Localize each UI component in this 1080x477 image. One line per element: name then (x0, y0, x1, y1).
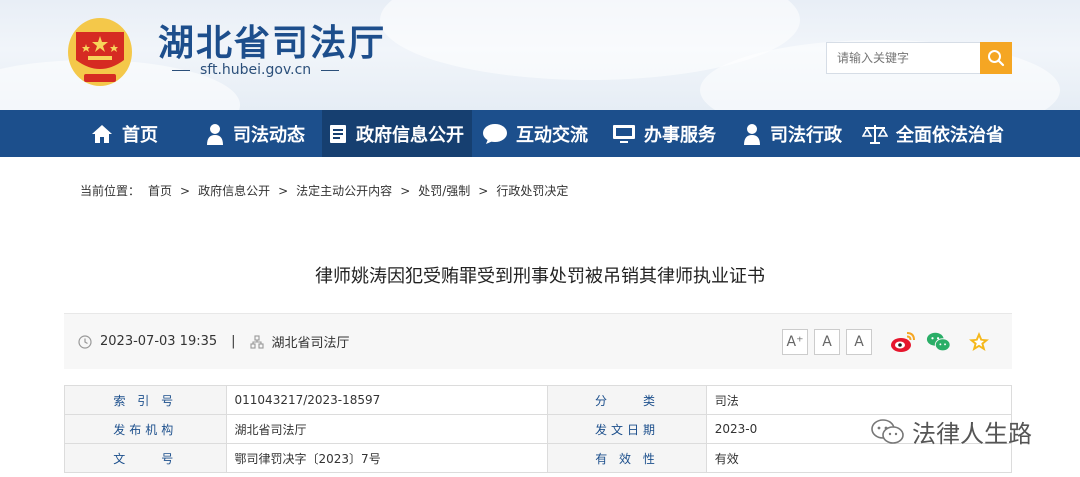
home-icon (92, 124, 112, 143)
nav-item-home[interactable]: 首页 (90, 110, 180, 157)
nav-item-judicial-admin[interactable]: 司法行政 (742, 110, 857, 157)
search-icon (988, 50, 1005, 67)
clock-icon (78, 334, 92, 349)
breadcrumb-separator: > (180, 183, 191, 198)
table-label: 索 引 号 (64, 385, 227, 415)
watermark-text: 法律人生路 (912, 420, 1032, 448)
domain-text: sft.hubei.gov.cn (200, 62, 312, 78)
breadcrumb-item[interactable]: 政府信息公开 (198, 182, 270, 199)
table-label: 分 类 (547, 385, 707, 415)
chat-icon (483, 123, 507, 144)
font-size-large-button[interactable]: A⁺ (782, 329, 808, 355)
watermark: 法律人生路 (870, 414, 1032, 449)
weibo-icon[interactable] (890, 330, 916, 354)
nav-label: 办事服务 (644, 124, 716, 146)
nav-item-rule-of-law[interactable]: 全面依法治省 (862, 110, 1012, 157)
table-label: 有 效 性 (547, 443, 707, 473)
monitor-icon (613, 124, 635, 143)
breadcrumb-separator: > (478, 183, 489, 198)
scales-icon (862, 124, 888, 144)
breadcrumb-separator: > (400, 183, 411, 198)
document-icon (330, 124, 346, 143)
breadcrumb-item[interactable]: 法定主动公开内容 (296, 182, 392, 199)
table-value: 011043217/2023-18597 (225, 385, 549, 415)
table-label: 发布机构 (64, 414, 227, 444)
nav-item-judicial-news[interactable]: 司法动态 (205, 110, 320, 157)
table-row: 索 引 号 011043217/2023-18597 分 类 司法 (64, 385, 1013, 415)
site-header: 湖北省司法厅 sft.hubei.gov.cn (0, 0, 1080, 110)
breadcrumb-separator: > (278, 183, 289, 198)
nav-label: 首页 (122, 124, 158, 146)
nav-label: 全面依法治省 (896, 124, 1004, 146)
nav-label: 司法动态 (233, 124, 305, 146)
search-button[interactable] (980, 42, 1012, 74)
site-domain: sft.hubei.gov.cn (172, 62, 340, 78)
nav-item-services[interactable]: 办事服务 (612, 110, 727, 157)
article-meta: 2023-07-03 19:35 | 湖北省司法厅 (78, 332, 350, 351)
nav-label: 政府信息公开 (356, 124, 464, 146)
divider (172, 69, 190, 71)
article-meta-bar: 2023-07-03 19:35 | 湖北省司法厅 A⁺ A A (64, 313, 1012, 369)
org-icon (249, 334, 264, 349)
publish-date: 2023-07-03 19:35 (100, 334, 218, 349)
search-box (826, 42, 1012, 74)
table-label: 文 号 (64, 443, 227, 473)
table-label: 发文日期 (547, 414, 707, 444)
search-input[interactable] (826, 42, 980, 74)
breadcrumb-item[interactable]: 行政处罚决定 (496, 182, 568, 199)
main-nav: 首页 司法动态 政府信息公开 互动交流 办事服务 司法行政 全面依法治省 (0, 110, 1080, 157)
nav-label: 司法行政 (770, 124, 842, 146)
font-size-small-button[interactable]: A (846, 329, 872, 355)
person-icon (207, 123, 223, 145)
article-source: 湖北省司法厅 (271, 336, 350, 351)
nav-item-interaction[interactable]: 互动交流 (482, 110, 597, 157)
site-title: 湖北省司法厅 (158, 22, 387, 64)
breadcrumb-item[interactable]: 首页 (148, 182, 172, 199)
nav-item-info-disclosure[interactable]: 政府信息公开 (322, 110, 472, 157)
breadcrumb-item[interactable]: 处罚/强制 (418, 182, 470, 199)
wechat-icon (871, 418, 904, 444)
favorite-star-icon[interactable] (966, 330, 992, 354)
table-value: 鄂司律罚决字〔2023〕7号 (225, 443, 549, 473)
article-title: 律师姚涛因犯受贿罪受到刑事处罚被吊销其律师执业证书 (315, 266, 765, 287)
breadcrumb: 当前位置： 首页 > 政府信息公开 > 法定主动公开内容 > 处罚/强制 > 行… (80, 182, 568, 199)
font-size-medium-button[interactable]: A (814, 329, 840, 355)
table-value: 湖北省司法厅 (225, 414, 549, 444)
person-icon (744, 123, 760, 145)
wechat-icon[interactable] (926, 330, 952, 354)
table-value: 司法 (705, 385, 1013, 415)
nav-label: 互动交流 (516, 124, 588, 146)
emblem-icon (68, 18, 132, 86)
breadcrumb-prefix: 当前位置： (80, 184, 141, 198)
meta-separator: | (231, 334, 236, 349)
divider (321, 69, 340, 71)
